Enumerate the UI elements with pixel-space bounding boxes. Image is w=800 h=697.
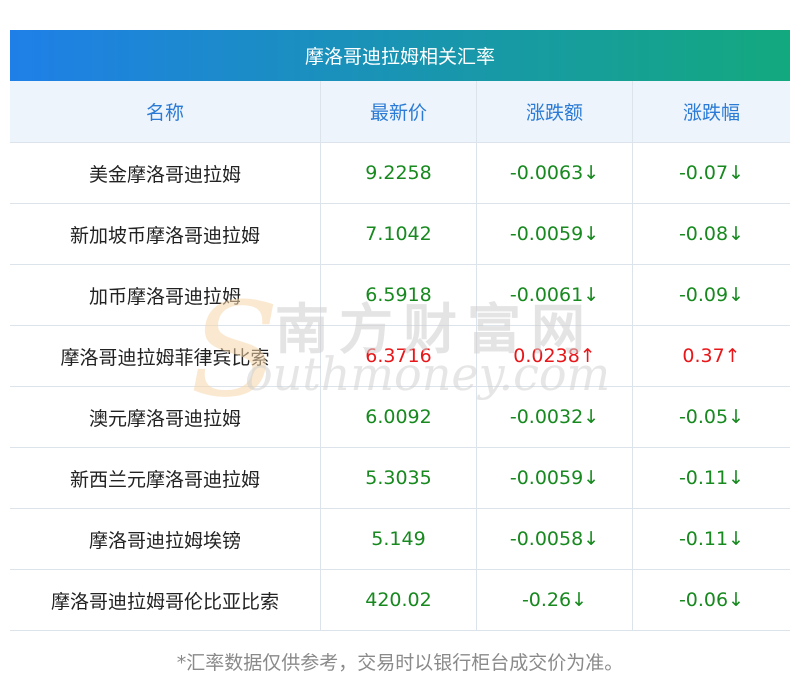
table-row[interactable]: 摩洛哥迪拉姆菲律宾比索 6.3716 0.0238↑ 0.37↑ <box>10 326 790 387</box>
table-row[interactable]: 新加坡币摩洛哥迪拉姆 7.1042 -0.0059↓ -0.08↓ <box>10 204 790 265</box>
row-change-pct: -0.11↓ <box>678 528 745 550</box>
table-row[interactable]: 加币摩洛哥迪拉姆 6.5918 -0.0061↓ -0.09↓ <box>10 265 790 326</box>
row-change: -0.0063↓ <box>477 143 633 203</box>
row-change-pct: -0.11↓ <box>678 467 745 489</box>
row-currency-name[interactable]: 澳元摩洛哥迪拉姆 <box>10 387 321 447</box>
table-header-row: 名称 最新价 涨跌额 涨跌幅 <box>10 81 790 143</box>
row-change: -0.26↓ <box>477 570 633 630</box>
row-price: 5.3035 <box>321 448 477 508</box>
row-currency-name[interactable]: 摩洛哥迪拉姆菲律宾比索 <box>10 326 321 386</box>
row-price: 6.5918 <box>321 265 477 325</box>
row-change-pct: -0.09↓ <box>678 284 745 306</box>
row-currency-name[interactable]: 美金摩洛哥迪拉姆 <box>10 143 321 203</box>
row-change-pct: 0.37↑ <box>682 345 741 367</box>
row-price: 5.149 <box>321 509 477 569</box>
row-price: 6.0092 <box>321 387 477 447</box>
row-change: -0.0059↓ <box>477 204 633 264</box>
table-row[interactable]: 澳元摩洛哥迪拉姆 6.0092 -0.0032↓ -0.05↓ <box>10 387 790 448</box>
row-currency-name[interactable]: 新西兰元摩洛哥迪拉姆 <box>10 448 321 508</box>
row-change: -0.0061↓ <box>477 265 633 325</box>
row-change: -0.0032↓ <box>477 387 633 447</box>
row-change-pct: -0.06↓ <box>678 589 745 611</box>
row-change: -0.0058↓ <box>477 509 633 569</box>
row-price: 7.1042 <box>321 204 477 264</box>
row-currency-name[interactable]: 加币摩洛哥迪拉姆 <box>10 265 321 325</box>
row-currency-name[interactable]: 摩洛哥迪拉姆埃镑 <box>10 509 321 569</box>
table-row[interactable]: 摩洛哥迪拉姆哥伦比亚比索 420.02 -0.26↓ -0.06↓ <box>10 570 790 631</box>
row-change: -0.0059↓ <box>477 448 633 508</box>
disclaimer-footnote: *汇率数据仅供参考，交易时以银行柜台成交价为准。 <box>176 652 624 674</box>
table-title: 摩洛哥迪拉姆相关汇率 <box>10 30 790 81</box>
header-price: 最新价 <box>321 81 477 142</box>
row-change-pct: -0.08↓ <box>678 223 745 245</box>
row-currency-name[interactable]: 摩洛哥迪拉姆哥伦比亚比索 <box>10 570 321 630</box>
header-change: 涨跌额 <box>477 81 633 142</box>
row-price: 6.3716 <box>321 326 477 386</box>
row-change-pct: -0.07↓ <box>678 162 745 184</box>
row-change: 0.0238↑ <box>477 326 633 386</box>
table-row[interactable]: 摩洛哥迪拉姆埃镑 5.149 -0.0058↓ -0.11↓ <box>10 509 790 570</box>
table-row[interactable]: 美金摩洛哥迪拉姆 9.2258 -0.0063↓ -0.07↓ <box>10 143 790 204</box>
table-row[interactable]: 新西兰元摩洛哥迪拉姆 5.3035 -0.0059↓ -0.11↓ <box>10 448 790 509</box>
row-price: 420.02 <box>321 570 477 630</box>
row-currency-name[interactable]: 新加坡币摩洛哥迪拉姆 <box>10 204 321 264</box>
header-name: 名称 <box>10 81 321 142</box>
row-change-pct: -0.05↓ <box>678 406 745 428</box>
exchange-rate-table: 摩洛哥迪拉姆相关汇率 名称 最新价 涨跌额 涨跌幅 美金摩洛哥迪拉姆 9.225… <box>10 30 790 631</box>
row-price: 9.2258 <box>321 143 477 203</box>
header-change-pct: 涨跌幅 <box>682 102 740 124</box>
